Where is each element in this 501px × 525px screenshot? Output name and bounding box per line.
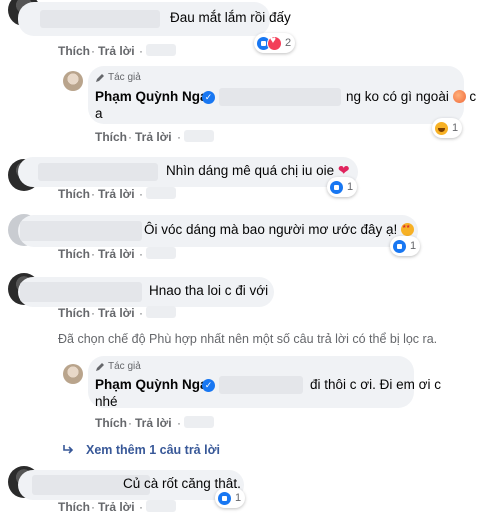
author-tag: Tác giả [108, 361, 141, 372]
comment-text: Hnao tha loi c đi với [149, 283, 269, 298]
author-avatar[interactable] [63, 364, 83, 384]
blurred-mention [219, 376, 303, 394]
reaction-count: 1 [347, 181, 354, 193]
separator: · [177, 130, 181, 144]
like-icon [392, 238, 407, 254]
comment-text: Ôi vóc dáng mà bao người mơ ước đây ạ! [144, 222, 415, 237]
like-button[interactable]: Thích [95, 416, 127, 430]
reaction-count: 2 [285, 37, 292, 49]
comment-text: Đau mắt lắm rồi đấy [170, 10, 291, 25]
reply-button[interactable]: Trả lời [98, 187, 135, 201]
starry-eyes-emoji [401, 223, 415, 236]
heart-emoji [338, 162, 352, 179]
like-button[interactable]: Thích [58, 187, 90, 201]
reaction-summary[interactable]: 1 [390, 236, 421, 256]
reaction-summary[interactable]: 1 [215, 488, 246, 508]
see-more-replies-link[interactable]: Xem thêm 1 câu trả lời [86, 443, 220, 457]
separator: · [91, 247, 95, 261]
comment-text: Nhìn dáng mê quá chị iu oie [166, 162, 352, 179]
separator: · [91, 44, 95, 58]
separator: · [128, 130, 132, 144]
blurred-timestamp [146, 44, 176, 56]
pen-icon [96, 363, 104, 371]
separator: · [91, 187, 95, 201]
reply-text-line2: nhé [95, 394, 118, 409]
author-name[interactable]: Phạm Quỳnh Nga [95, 89, 208, 104]
blurred-timestamp [146, 306, 176, 318]
blurred-username [40, 10, 160, 28]
separator: · [177, 416, 181, 430]
reaction-count: 1 [235, 492, 242, 504]
reaction-count: 1 [452, 122, 459, 134]
reply-text: đi thôi c ơi. Đi em ơi c [310, 377, 441, 392]
like-icon [329, 179, 344, 195]
separator: · [139, 187, 143, 201]
like-button[interactable]: Thích [58, 306, 90, 320]
separator: · [139, 500, 143, 514]
reply-button[interactable]: Trả lời [135, 416, 172, 430]
blurred-timestamp [184, 416, 214, 428]
reply-text-line2: a [95, 106, 103, 121]
pen-icon [96, 74, 104, 82]
blurred-mention [219, 88, 341, 106]
reply-arrow-icon [63, 445, 74, 454]
like-button[interactable]: Thích [58, 44, 90, 58]
reaction-summary[interactable]: 2 [254, 33, 296, 53]
reply-button[interactable]: Trả lời [135, 130, 172, 144]
separator: · [128, 416, 132, 430]
blurred-timestamp [184, 130, 214, 142]
like-icon [217, 490, 232, 506]
author-avatar[interactable] [63, 71, 83, 91]
author-name[interactable]: Phạm Quỳnh Nga [95, 377, 208, 392]
filter-notice: Đã chọn chế độ Phù hợp nhất nên một số c… [58, 332, 438, 346]
love-icon [267, 35, 282, 51]
haha-icon [434, 120, 449, 136]
blurred-timestamp [146, 187, 176, 199]
blurred-username [20, 221, 142, 241]
author-tag: Tác giả [108, 72, 141, 83]
blurred-timestamp [146, 500, 176, 512]
reply-button[interactable]: Trả lời [98, 500, 135, 514]
verified-icon: ✓ [202, 91, 215, 104]
blurred-username [38, 163, 158, 181]
reply-button[interactable]: Trả lời [98, 247, 135, 261]
reply-button[interactable]: Trả lời [98, 306, 135, 320]
reaction-summary[interactable]: 1 [327, 177, 358, 197]
like-button[interactable]: Thích [58, 500, 90, 514]
reply-button[interactable]: Trả lời [98, 44, 135, 58]
separator: · [139, 306, 143, 320]
separator: · [139, 44, 143, 58]
blurred-timestamp [146, 247, 176, 259]
like-button[interactable]: Thích [58, 247, 90, 261]
peach-emoji [452, 90, 466, 103]
separator: · [139, 247, 143, 261]
reaction-summary[interactable]: 1 [432, 118, 463, 138]
reaction-count: 1 [410, 240, 417, 252]
like-button[interactable]: Thích [95, 130, 127, 144]
separator: · [91, 500, 95, 514]
verified-icon: ✓ [202, 379, 215, 392]
separator: · [91, 306, 95, 320]
blurred-username [20, 282, 142, 302]
reply-text: ng ko có gì ngoài c [346, 89, 477, 104]
